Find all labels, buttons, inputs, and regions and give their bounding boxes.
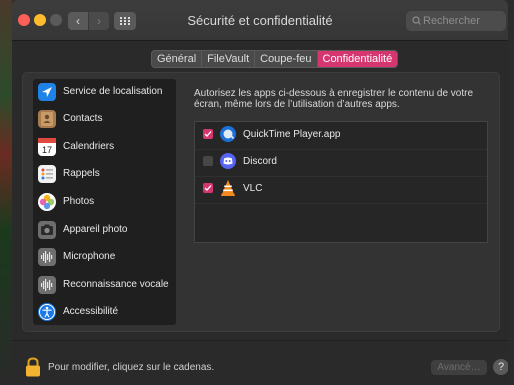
- sidebar-item-contacts[interactable]: Contacts: [33, 106, 176, 134]
- sidebar-item-label: Contacts: [63, 113, 103, 124]
- sidebar-item-label: Microphone: [63, 251, 116, 262]
- sidebar-item-camera[interactable]: Appareil photo: [33, 217, 176, 245]
- sidebar-item-calendars[interactable]: 17 Calendriers: [33, 134, 176, 162]
- privacy-sidebar: Service de localisation Contacts 17 Cale…: [33, 79, 176, 325]
- tab-privacy[interactable]: Confidentialité: [317, 51, 398, 67]
- preferences-window: ‹ › Sécurité et confidentialité Recherch…: [12, 0, 508, 385]
- camera-icon: [38, 221, 56, 239]
- sidebar-item-photos[interactable]: Photos: [33, 189, 176, 217]
- title-bar: ‹ › Sécurité et confidentialité Recherch…: [12, 0, 508, 41]
- quicktime-icon: [219, 125, 237, 143]
- lock-message: Pour modifier, cliquez sur le cadenas.: [48, 362, 215, 373]
- calendar-icon: 17: [38, 138, 56, 156]
- search-placeholder: Rechercher: [423, 15, 480, 27]
- microphone-icon: [38, 248, 56, 266]
- tab-firewall[interactable]: Coupe-feu: [255, 51, 318, 67]
- sidebar-item-label: Accessibilité: [63, 306, 119, 317]
- sidebar-item-accessibility[interactable]: Accessibilité: [33, 299, 176, 327]
- app-row-quicktime: QuickTime Player.app: [195, 122, 487, 150]
- app-checkbox[interactable]: [203, 183, 213, 193]
- vlc-icon: [219, 179, 237, 197]
- search-icon: [412, 11, 421, 38]
- sidebar-item-label: Reconnaissance vocale: [63, 279, 169, 290]
- sidebar-item-label: Service de localisation: [63, 86, 163, 97]
- accessibility-icon: [38, 303, 56, 321]
- tab-general[interactable]: Général: [152, 51, 203, 67]
- sidebar-item-microphone[interactable]: Microphone: [33, 244, 176, 272]
- reminders-icon: [38, 165, 56, 183]
- app-row-vlc: VLC: [195, 176, 487, 204]
- footer-bar: Pour modifier, cliquez sur le cadenas. A…: [12, 340, 508, 385]
- app-list: QuickTime Player.app Discord VLC: [194, 121, 488, 243]
- sidebar-item-label: Rappels: [63, 168, 100, 179]
- app-name: Discord: [243, 156, 277, 167]
- tab-filevault[interactable]: FileVault: [202, 51, 256, 67]
- sidebar-item-speech-recognition[interactable]: Reconnaissance vocale: [33, 272, 176, 300]
- sidebar-item-location[interactable]: Service de localisation: [33, 79, 176, 107]
- lock-icon[interactable]: [25, 357, 41, 377]
- sidebar-item-reminders[interactable]: Rappels: [33, 161, 176, 189]
- sidebar-item-label: Calendriers: [63, 141, 115, 152]
- app-name: QuickTime Player.app: [243, 129, 341, 140]
- discord-icon: [219, 152, 237, 170]
- tab-bar: Général FileVault Coupe-feu Confidential…: [151, 50, 399, 68]
- app-checkbox[interactable]: [203, 156, 213, 166]
- photos-icon: [38, 193, 56, 211]
- advanced-button[interactable]: Avancé…: [431, 360, 487, 375]
- speech-recognition-icon: [38, 276, 56, 294]
- screen-recording-description: Autorisez les apps ci-dessous à enregist…: [194, 88, 474, 110]
- calendar-day-number: 17: [42, 145, 52, 155]
- contacts-icon: [38, 110, 56, 128]
- app-row-discord: Discord: [195, 149, 487, 177]
- app-name: VLC: [243, 183, 263, 194]
- help-button[interactable]: ?: [493, 359, 508, 375]
- app-checkbox[interactable]: [203, 129, 213, 139]
- location-icon: [38, 83, 56, 101]
- sidebar-item-label: Appareil photo: [63, 224, 128, 235]
- desktop-background: [0, 0, 12, 385]
- search-field[interactable]: Rechercher: [406, 11, 506, 31]
- sidebar-item-label: Photos: [63, 196, 95, 207]
